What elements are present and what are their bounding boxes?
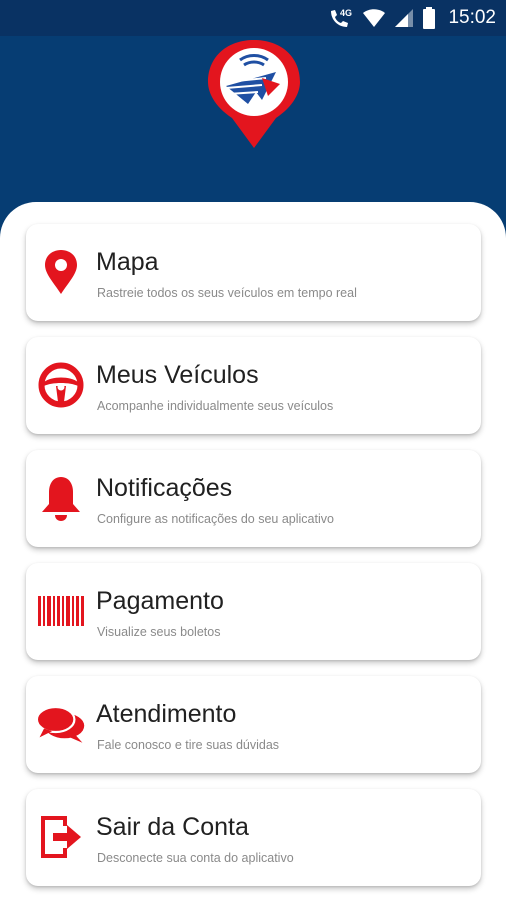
status-bar: 4G 15:02 [0, 0, 506, 36]
menu-item-subtitle: Fale conosco e tire suas dúvidas [97, 738, 280, 752]
wifi-icon [362, 8, 386, 28]
menu-item-pagamento[interactable]: Pagamento Visualize seus boletos [26, 563, 481, 660]
chat-icon [36, 696, 86, 752]
menu-item-meus-veiculos[interactable]: Meus Veículos Acompanhe individualmente … [26, 337, 481, 434]
menu-item-title: Meus Veículos [96, 361, 259, 389]
status-time: 15:02 [448, 7, 496, 28]
network-label: 4G [340, 8, 352, 18]
barcode-icon [36, 583, 86, 639]
menu-item-title: Atendimento [96, 700, 237, 728]
wifi-calling-icon: 4G [328, 7, 354, 29]
menu-item-subtitle: Rastreie todos os seus veículos em tempo… [97, 286, 357, 300]
menu-item-title: Notificações [96, 474, 233, 502]
steering-wheel-icon [36, 357, 86, 413]
menu-item-atendimento[interactable]: Atendimento Fale conosco e tire suas dúv… [26, 676, 481, 773]
cell-signal-icon [394, 8, 414, 28]
menu-item-subtitle: Visualize seus boletos [97, 625, 221, 639]
menu-item-title: Sair da Conta [96, 813, 249, 841]
logout-icon [36, 809, 86, 865]
menu-item-notificacoes[interactable]: Notificações Configure as notificações d… [26, 450, 481, 547]
location-pin-logo [206, 38, 302, 150]
menu-item-title: Pagamento [96, 587, 224, 615]
status-icons: 4G 15:02 [328, 0, 496, 36]
battery-icon [422, 6, 436, 30]
menu-item-subtitle: Acompanhe individualmente seus veículos [97, 399, 334, 413]
menu-sheet: Mapa Rastreie todos os seus veículos em … [0, 202, 506, 900]
app-header [0, 36, 506, 216]
menu-item-sair-da-conta[interactable]: Sair da Conta Desconecte sua conta do ap… [26, 789, 481, 886]
menu-item-title: Mapa [96, 248, 159, 276]
menu-item-subtitle: Configure as notificações do seu aplicat… [97, 512, 334, 526]
map-pin-icon [36, 244, 86, 300]
menu-item-mapa[interactable]: Mapa Rastreie todos os seus veículos em … [26, 224, 481, 321]
menu-item-subtitle: Desconecte sua conta do aplicativo [97, 851, 294, 865]
bell-icon [36, 470, 86, 526]
